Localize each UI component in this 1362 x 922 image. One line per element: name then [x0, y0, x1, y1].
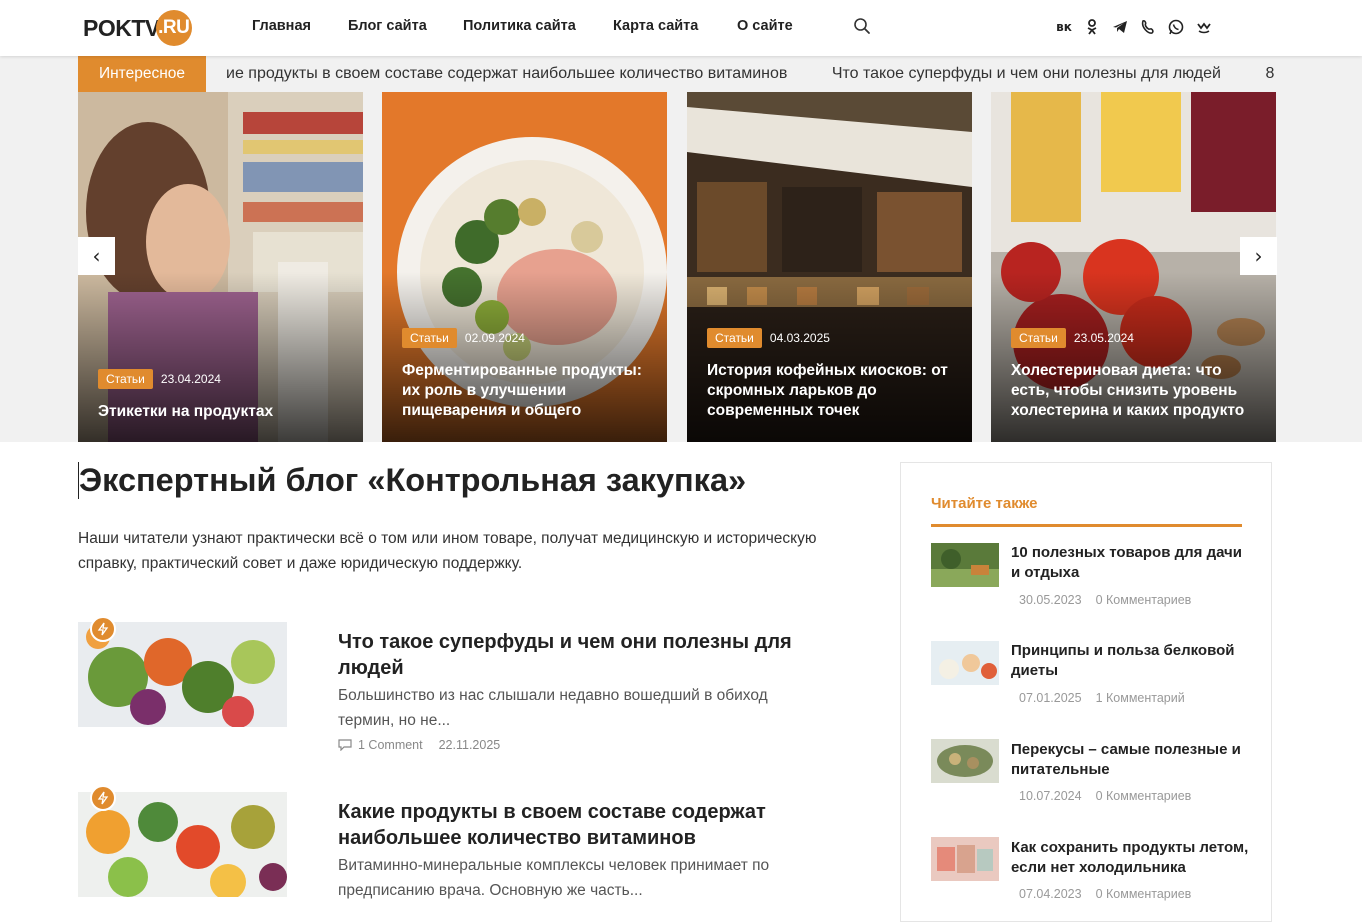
ticker-label: Интересное [78, 56, 206, 92]
nav-sitemap[interactable]: Карта сайта [613, 18, 698, 34]
odnoklassniki-icon[interactable] [1083, 18, 1101, 36]
slider-card[interactable]: Статьи 23.05.2024 Холестериновая диета: … [991, 92, 1276, 442]
ticker-item[interactable]: 8 не [1265, 65, 1278, 82]
slider-prev-button[interactable]: ‹ [78, 237, 115, 275]
sidebar-item-meta: 30.05.2023 0 Комментариев [1019, 593, 1191, 607]
slider-card[interactable]: Статьи 04.03.2025 История кофейных киоск… [687, 92, 972, 442]
sidebar-thumbnail[interactable] [931, 837, 999, 881]
slider-next-button[interactable]: › [1240, 237, 1277, 275]
featured-flash-icon [90, 785, 116, 811]
card-meta: Статьи 23.05.2024 [1011, 328, 1134, 348]
logo-badge: .RU [155, 10, 192, 46]
site-logo[interactable]: POKTV .RU [83, 10, 192, 46]
card-title[interactable]: Ферментированные продукты: их роль в улу… [402, 361, 653, 421]
page-title: Экспертный блог «Контрольная закупка» [78, 462, 747, 499]
thumb-protein [931, 641, 999, 685]
card-meta: Статьи 04.03.2025 [707, 328, 830, 348]
card-title[interactable]: Холестериновая диета: что есть, чтобы сн… [1011, 361, 1262, 421]
featured-flash-icon [90, 616, 116, 642]
card-date: 04.03.2025 [769, 331, 830, 345]
sidebar-divider [931, 524, 1242, 527]
card-date: 23.04.2024 [160, 372, 221, 386]
nav-policy[interactable]: Политика сайта [463, 18, 576, 34]
moimir-icon[interactable] [1195, 18, 1213, 36]
sidebar-thumbnail[interactable] [931, 739, 999, 783]
thumb-garden [931, 543, 999, 587]
thumb-food-storage [931, 837, 999, 881]
sidebar-item-meta: 10.07.2024 0 Комментариев [1019, 789, 1191, 803]
sidebar-thumbnail[interactable] [931, 641, 999, 685]
category-badge[interactable]: Статьи [98, 369, 153, 389]
search-icon[interactable] [853, 17, 871, 35]
post-comments[interactable]: 1 Comment [358, 738, 423, 752]
card-meta: Статьи 23.04.2024 [98, 369, 221, 389]
thumb-snacks [931, 739, 999, 783]
logo-accent: .RU [158, 17, 190, 38]
site-header: POKTV .RU Главная Блог сайта Политика са… [0, 0, 1362, 56]
sidebar-item-title[interactable]: Как сохранить продукты летом, если нет х… [1011, 838, 1251, 878]
category-badge[interactable]: Статьи [707, 328, 762, 348]
slider-card[interactable]: Статьи 23.04.2024 Этикетки на продуктах [78, 92, 363, 442]
sidebar-item-date: 07.01.2025 [1019, 691, 1082, 705]
telegram-icon[interactable] [1111, 18, 1129, 36]
card-meta: Статьи 02.09.2024 [402, 328, 525, 348]
slider-card[interactable]: Статьи 02.09.2024 Ферментированные проду… [382, 92, 667, 442]
sidebar-item-date: 30.05.2023 [1019, 593, 1082, 607]
sidebar-item-date: 07.04.2023 [1019, 887, 1082, 901]
sidebar-item-title[interactable]: Перекусы – самые полезные и питательные [1011, 740, 1251, 780]
viber-icon[interactable] [1139, 18, 1157, 36]
sidebar-item-comments[interactable]: 0 Комментариев [1096, 789, 1192, 803]
logo-text: POKTV [83, 14, 160, 41]
nav-about[interactable]: О сайте [737, 18, 793, 34]
post-date: 22.11.2025 [438, 738, 501, 752]
sidebar-item-comments[interactable]: 1 Комментарий [1096, 691, 1185, 705]
sidebar-item-comments[interactable]: 0 Комментариев [1096, 593, 1192, 607]
sidebar-item-title[interactable]: Принципы и польза белковой диеты [1011, 641, 1251, 681]
sidebar-item-date: 10.07.2024 [1019, 789, 1082, 803]
sidebar-widget: Читайте также 10 полезных товаров для да… [900, 462, 1272, 922]
sidebar-item-meta: 07.04.2023 0 Комментариев [1019, 887, 1191, 901]
nav-home[interactable]: Главная [252, 18, 311, 34]
ticker-item[interactable]: ие продукты в своем составе содержат наи… [226, 65, 787, 82]
card-date: 23.05.2024 [1073, 331, 1134, 345]
post-title[interactable]: Какие продукты в своем составе содержат … [338, 799, 798, 851]
whatsapp-icon[interactable] [1167, 18, 1185, 36]
sidebar-item-comments[interactable]: 0 Комментариев [1096, 887, 1192, 901]
ticker-track: ие продукты в своем составе содержат наи… [226, 65, 1278, 83]
comment-icon [338, 739, 352, 751]
sidebar-thumbnail[interactable] [931, 543, 999, 587]
page-intro: Наши читатели узнают практически всё о т… [78, 530, 817, 572]
card-title[interactable]: Этикетки на продуктах [98, 402, 349, 422]
sidebar-item-meta: 07.01.2025 1 Комментарий [1019, 691, 1185, 705]
post-excerpt: Большинство из нас слышали недавно вошед… [338, 687, 768, 729]
nav-blog[interactable]: Блог сайта [348, 18, 427, 34]
ticker-item[interactable]: Что такое суперфуды и чем они полезны дл… [832, 65, 1221, 82]
post-meta: 1 Comment 22.11.2025 [338, 738, 500, 752]
post-title[interactable]: Что такое суперфуды и чем они полезны дл… [338, 629, 798, 681]
sidebar-heading: Читайте также [931, 495, 1038, 512]
sidebar-item-title[interactable]: 10 полезных товаров для дачи и отдыха [1011, 543, 1251, 583]
category-badge[interactable]: Статьи [1011, 328, 1066, 348]
category-badge[interactable]: Статьи [402, 328, 457, 348]
vk-icon[interactable]: вк [1055, 18, 1073, 36]
card-date: 02.09.2024 [464, 331, 525, 345]
card-title[interactable]: История кофейных киосков: от скромных ла… [707, 361, 958, 421]
post-excerpt: Витаминно-минеральные комплексы человек … [338, 857, 770, 899]
news-ticker: Интересное ие продукты в своем составе с… [78, 56, 1278, 92]
